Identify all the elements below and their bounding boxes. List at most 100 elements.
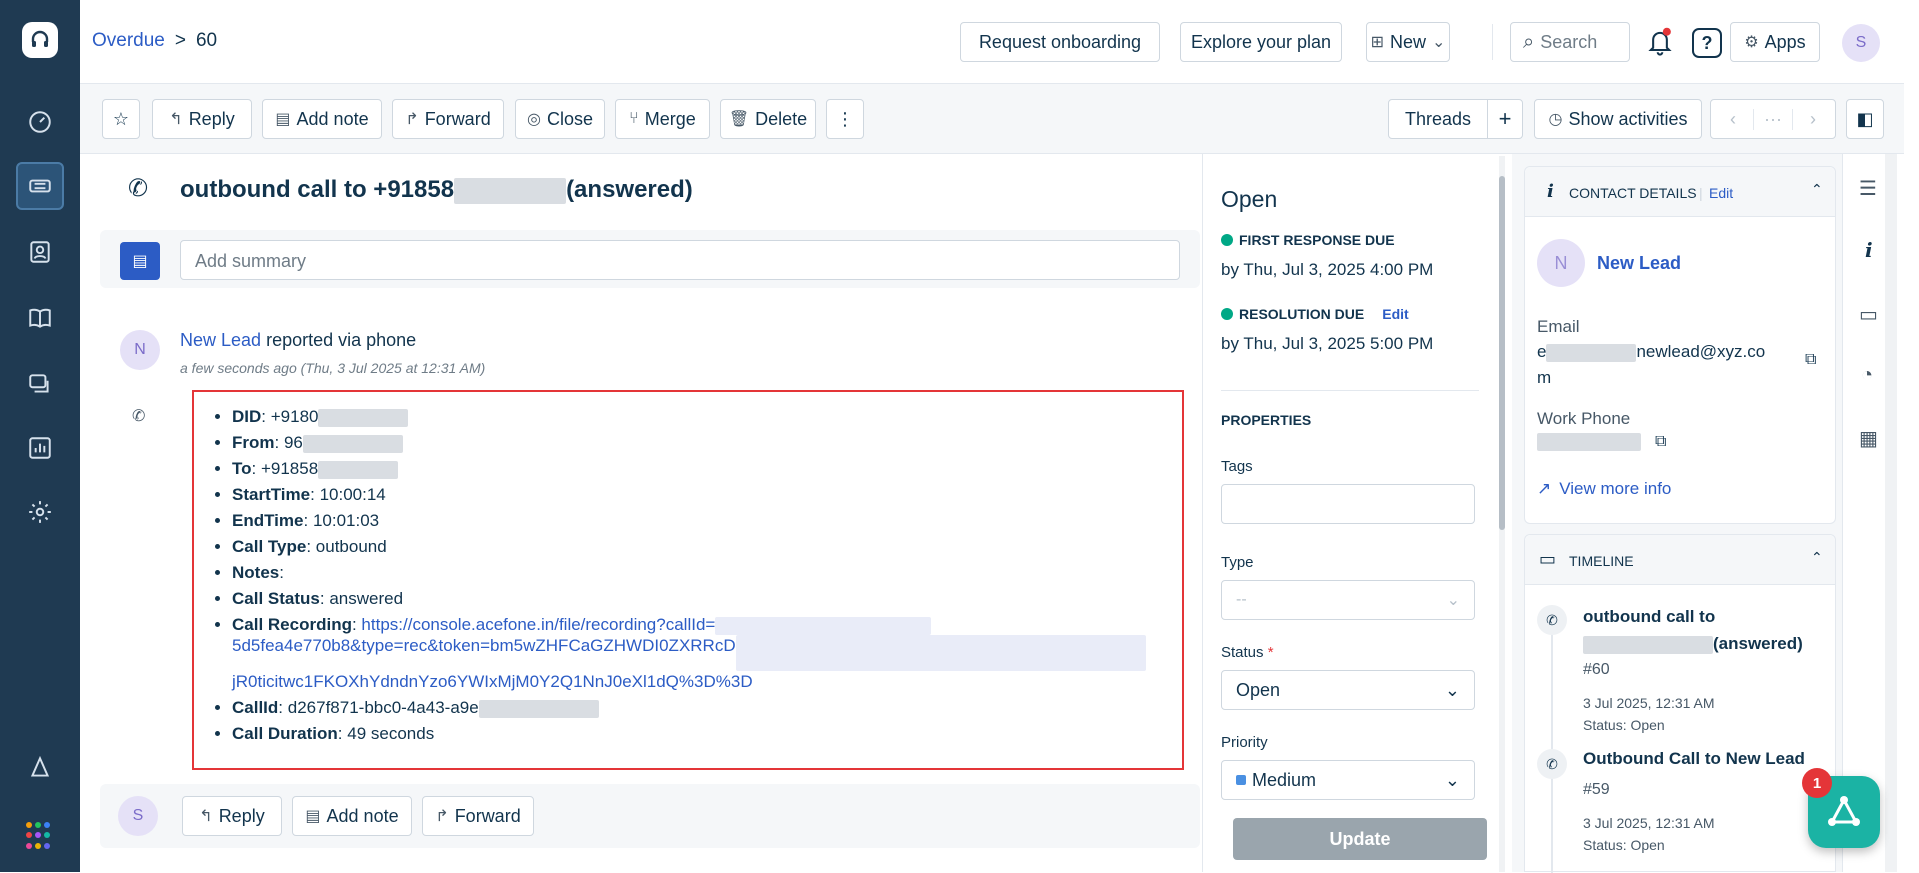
contact-name-link[interactable]: New Lead — [1597, 253, 1681, 274]
ticket-icon[interactable]: ▭ — [1859, 302, 1878, 327]
conversations-icon[interactable] — [16, 360, 64, 408]
trash-icon: 🗑 — [728, 111, 750, 128]
apps-button[interactable]: ⚙ Apps — [1730, 22, 1820, 62]
note-icon: ▤ — [305, 808, 321, 825]
reply-button[interactable]: ↰ Reply — [152, 99, 252, 139]
ticket-content: ✆ outbound call to +91858 (answered) ▤ Ad… — [80, 154, 1200, 872]
contact-edit-link[interactable]: Edit — [1709, 185, 1733, 201]
app-logo[interactable] — [22, 22, 58, 58]
reply-label: Reply — [188, 108, 235, 129]
new-dropdown-button[interactable]: ⊞ New ⌄ — [1366, 22, 1450, 62]
resolution-label: RESOLUTION DUE — [1239, 306, 1365, 322]
reports-icon[interactable] — [16, 424, 64, 472]
threads-button[interactable]: Threads — [1388, 99, 1488, 139]
star-icon[interactable]: ☆ — [102, 99, 140, 139]
close-button[interactable]: ◎ Close — [515, 99, 605, 139]
call-details-box: DID: +9180 From: 96 To: +91858 StartTime… — [192, 390, 1184, 770]
check-circle-icon: ◎ — [527, 111, 541, 128]
merge-button[interactable]: ⑂ Merge — [615, 99, 710, 139]
redacted-block — [318, 460, 399, 479]
timeline-item-2-date: 3 Jul 2025, 12:31 AM — [1583, 815, 1715, 831]
prev-ticket-button[interactable]: ‹ — [1713, 109, 1753, 130]
notifications-bell-icon[interactable] — [1646, 26, 1674, 58]
knowledge-base-icon[interactable] — [16, 294, 64, 342]
work-phone-label: Work Phone — [1537, 409, 1631, 428]
timeline-item-1-status: Status: Open — [1583, 717, 1665, 733]
help-icon[interactable]: ? — [1692, 28, 1722, 58]
type-value: -- — [1236, 591, 1247, 608]
requester-name-link[interactable]: New Lead — [180, 330, 261, 350]
contacts-icon[interactable] — [16, 228, 64, 276]
search-input[interactable]: ⌕ Search — [1510, 22, 1630, 62]
breadcrumb-overdue-link[interactable]: Overdue — [92, 30, 165, 52]
show-activities-button[interactable]: ◷ Show activities — [1534, 99, 1702, 139]
phone-icon: ✆ — [1537, 605, 1567, 635]
summary-input[interactable]: Add summary — [180, 240, 1180, 280]
calendar-icon[interactable]: ▦ — [1859, 426, 1878, 451]
timeline-item-2[interactable]: Outbound Call to New Lead — [1583, 749, 1805, 769]
copy-phone-icon[interactable]: ⧉ — [1655, 433, 1666, 451]
properties-scrollbar[interactable] — [1499, 176, 1505, 530]
apps-label: Apps — [1764, 31, 1806, 52]
more-actions-button[interactable]: ⋮ — [826, 99, 864, 139]
copy-email-icon[interactable]: ⧉ — [1805, 351, 1816, 369]
user-avatar[interactable]: S — [1842, 24, 1880, 62]
add-note-button[interactable]: ▤ Add note — [262, 99, 382, 139]
ticket-list-button[interactable]: ··· — [1753, 108, 1793, 130]
forward-button[interactable]: ↱ Forward — [392, 99, 504, 139]
chevron-down-icon: ⌄ — [1444, 679, 1460, 700]
tickets-icon[interactable] — [16, 162, 64, 210]
page-scrollbar[interactable] — [1885, 154, 1897, 872]
info-icon[interactable]: i — [1865, 238, 1873, 262]
properties-panel: Open FIRST RESPONSE DUE by Thu, Jul 3, 2… — [1202, 154, 1505, 872]
title-suffix: (answered) — [566, 176, 693, 203]
priority-select[interactable]: Medium ⌄ — [1221, 760, 1475, 800]
collapse-icon[interactable]: ⌃ — [1811, 181, 1823, 198]
pagination-controls: ‹ ··· › — [1710, 99, 1836, 139]
redacted-block — [454, 177, 567, 204]
merge-icon: ⑂ — [629, 110, 639, 127]
next-ticket-button[interactable]: › — [1793, 109, 1833, 130]
delete-button[interactable]: 🗑 Delete — [720, 99, 816, 139]
add-thread-button[interactable]: + — [1487, 99, 1523, 139]
status-select[interactable]: Open ⌄ — [1221, 670, 1475, 710]
left-sidebar — [0, 0, 80, 872]
filter-settings-icon[interactable]: ☰ — [1859, 176, 1877, 201]
header-separator: | — [1699, 185, 1703, 201]
info-icon: i — [1547, 181, 1554, 202]
bottom-forward-button[interactable]: ↱ Forward — [422, 796, 534, 836]
detail-from: From: 96 — [232, 432, 1182, 453]
timeline-item-2-number: #59 — [1583, 781, 1610, 798]
agent-avatar: S — [118, 796, 158, 836]
explore-plan-button[interactable]: Explore your plan — [1180, 22, 1342, 62]
recording-link-2[interactable]: 5d5fea4e770b8&type=rec&token=bm5wZHFCaGZ… — [232, 636, 736, 655]
dashboard-icon[interactable] — [16, 98, 64, 146]
priority-label: Priority — [1221, 734, 1268, 751]
bottom-add-note-button[interactable]: ▤ Add note — [292, 796, 412, 836]
app-switcher-grid-icon[interactable] — [26, 822, 54, 850]
tags-input[interactable] — [1221, 484, 1475, 524]
type-select[interactable]: -- ⌄ — [1221, 580, 1475, 620]
toggle-sidebar-icon[interactable]: ◧ — [1846, 99, 1884, 139]
freddy-ai-icon[interactable] — [16, 744, 64, 792]
properties-heading: PROPERTIES — [1221, 412, 1312, 428]
recording-link-1[interactable]: https://console.acefone.in/file/recordin… — [361, 615, 715, 634]
settings-gear-icon[interactable] — [16, 488, 64, 536]
update-button[interactable]: Update — [1233, 818, 1487, 860]
bottom-reply-button[interactable]: ↰ Reply — [182, 796, 282, 836]
breadcrumb-separator: > — [174, 30, 186, 51]
type-label: Type — [1221, 554, 1254, 571]
resolution-edit-link[interactable]: Edit — [1382, 306, 1408, 322]
contact-details-heading: CONTACT DETAILS — [1569, 185, 1697, 201]
collapse-icon[interactable]: ⌃ — [1811, 549, 1823, 566]
show-activities-label: Show activities — [1568, 108, 1688, 129]
top-bar: Overdue > 60 Request onboarding Explore … — [80, 0, 1904, 84]
ticket-title: outbound call to +91858 (answered) — [180, 176, 693, 204]
view-more-info-link[interactable]: ↗ View more info — [1537, 479, 1671, 499]
detail-call-duration: Call Duration: 49 seconds — [232, 723, 1182, 744]
timer-icon[interactable]: ◔ — [1861, 364, 1873, 387]
email-tail: m — [1537, 368, 1552, 387]
recording-link-3[interactable]: jR0ticitwc1FKOXhYdndnYzo6YWIxMjM0Y2Q1NnJ… — [232, 672, 753, 691]
request-onboarding-button[interactable]: Request onboarding — [960, 22, 1160, 62]
timeline-item-1[interactable]: outbound call to (answered) — [1583, 603, 1823, 657]
